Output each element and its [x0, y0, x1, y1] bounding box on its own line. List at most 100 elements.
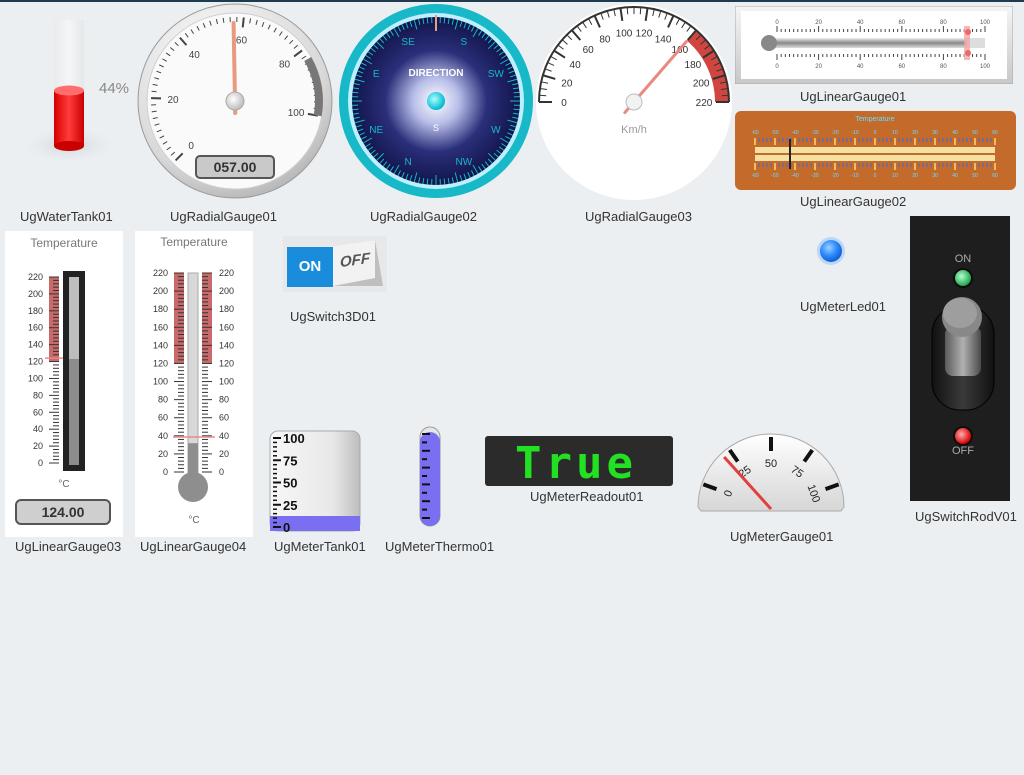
radial-gauge-02-label: UgRadialGauge02: [370, 209, 477, 224]
scale-tick-label: 20: [219, 449, 229, 459]
linear-gauge-02-tick-label: -40: [791, 130, 798, 136]
radial-gauge-03-tick-label: 140: [655, 34, 672, 45]
switch-3d-on-label: ON: [298, 258, 322, 275]
linear-gauge-04-unit: °C: [188, 515, 200, 526]
scale-tick-label: 160: [28, 323, 43, 333]
scale-tick-label: 120: [28, 357, 43, 367]
linear-gauge-02-tick-label: -10: [851, 173, 858, 179]
meter-thermometer[interactable]: [418, 426, 442, 527]
linear-gauge-01-tick-label: 20: [815, 64, 822, 70]
meter-led-label: UgMeterLed01: [800, 299, 886, 314]
radial-gauge-01-tick: [151, 110, 157, 113]
meter-readout[interactable]: True: [485, 436, 673, 489]
water-tank-percent: 44%: [99, 80, 130, 97]
linear-gauge-02-label: UgLinearGauge02: [800, 194, 907, 209]
linear-gauge-02-tick-label: 50: [972, 173, 978, 179]
scale-tick-label: 200: [153, 286, 168, 296]
scale-tick-label: 200: [28, 289, 43, 299]
linear-gauge-02-tick-label: 40: [952, 173, 958, 179]
meter-tank[interactable]: 100 75 50 25 0: [269, 430, 361, 535]
scale-tick-label: 140: [28, 340, 43, 350]
radial-gauge-02-tick: [513, 91, 520, 94]
meter-tank-tick-label: 50: [283, 476, 297, 491]
switch-rod-vertical[interactable]: ON OFF: [910, 216, 1010, 501]
linear-gauge-01-tick-label: 80: [940, 64, 947, 70]
linear-gauge-02-tick-label: 50: [972, 130, 978, 136]
linear-gauge-02-tick-label: 30: [932, 130, 938, 136]
radial-gauge-01-tick: [151, 90, 157, 93]
scale-tick-label: 80: [219, 395, 229, 405]
scale-tick-label: 140: [153, 340, 168, 350]
linear-gauge-02-tick-label: -20: [831, 173, 838, 179]
radial-gauge-03-tick-label: 0: [561, 98, 567, 109]
scale-tick-label: 40: [158, 431, 168, 441]
radial-gauge-02-point: E: [373, 69, 380, 80]
scale-tick-label: 120: [219, 358, 234, 368]
linear-gauge-01-tick-label: 80: [940, 20, 947, 26]
scale-tick-label: 40: [219, 431, 229, 441]
scale-tick-label: 100: [28, 373, 43, 383]
radial-gauge-01-tick-label: 20: [167, 95, 179, 106]
linear-gauge-03-graphic: 220200180160140120100806040200: [15, 271, 111, 525]
radial-gauge-03-tick-label: 40: [570, 60, 582, 71]
scale-tick-label: 100: [153, 377, 168, 387]
linear-gauge-02-tick-label: -30: [811, 130, 818, 136]
scale-warning-band: [202, 273, 212, 364]
meter-gauge-tick-label: 50: [765, 458, 777, 470]
linear-gauge-04-label: UgLinearGauge04: [140, 539, 247, 554]
linear-gauge-03-label: UgLinearGauge03: [15, 539, 122, 554]
scale-tick-label: 160: [153, 322, 168, 332]
linear-gauge-01-tick-label: 40: [857, 20, 864, 26]
linear-gauge-04[interactable]: Temperature 220 200 180 160 140 120 100 80 60 40 2…: [135, 231, 253, 537]
scale-tick-label: 40: [33, 424, 43, 434]
meter-thermo-graphic: [419, 426, 441, 527]
radial-gauge-02-point: NW: [456, 157, 473, 168]
radial-gauge-02-tick: [426, 17, 429, 24]
meter-thermo-label: UgMeterThermo01: [385, 539, 495, 554]
radial-gauge-03-tick-label: 100: [616, 29, 633, 40]
linear-gauge-02-tick-label: 10: [892, 130, 898, 136]
switch-3d[interactable]: ON OFF: [283, 236, 387, 292]
radial-gauge-03-unit: Km/h: [621, 124, 647, 136]
linear-gauge-02-tick-label: -60: [751, 130, 758, 136]
linear-gauge-02-tick-label: -50: [771, 130, 778, 136]
linear-gauge-01-tick-label: 40: [857, 64, 864, 70]
radial-gauge-03-tick-label: 220: [696, 98, 713, 109]
radial-gauge-01-tick-label: 40: [189, 50, 201, 61]
radial-gauge-02-title: DIRECTION: [408, 68, 464, 79]
linear-gauge-02[interactable]: -60 -60 -50 -50 -40 -40 -30 -30 -20 -20 -10 -10 0 0 10…: [735, 111, 1016, 190]
linear-gauge-01-tick-label: 60: [898, 64, 905, 70]
linear-gauge-02-tick-label: 0: [874, 173, 877, 179]
scale-tick-label: 180: [219, 304, 234, 314]
meter-gauge[interactable]: 0 25 50 75 100: [695, 419, 847, 514]
radial-gauge-01-label: UgRadialGauge01: [170, 209, 277, 224]
radial-gauge-03-speed[interactable]: 020406080100120140160180200220 Km/h: [535, 3, 733, 201]
scale-tick-label: 20: [158, 449, 168, 459]
meter-led[interactable]: [816, 236, 846, 266]
scale-tick-label: 180: [28, 306, 43, 316]
scale-tick-label: 100: [219, 377, 234, 387]
linear-gauge-02-tick-label: 20: [912, 130, 918, 136]
scale-tick-label: 200: [219, 286, 234, 296]
scale-tick-label: 80: [158, 395, 168, 405]
linear-gauge-02-tick-label: -10: [851, 130, 858, 136]
scale-tick-label: 0: [163, 467, 168, 477]
scale-tick-label: 220: [28, 272, 43, 282]
linear-gauge-02-tick-label: 20: [912, 173, 918, 179]
radial-gauge-03-tick-label: 80: [599, 34, 611, 45]
linear-gauge-03[interactable]: Temperature 220 200 180 160 140 120 100 80 60 40 2…: [5, 231, 123, 537]
radial-gauge-02-graphic: SE S SW W NW N NE E: [339, 4, 533, 198]
radial-gauge-01-tick: [241, 17, 245, 28]
meter-tank-tick-label: 100: [283, 431, 305, 446]
linear-gauge-02-title: Temperature: [855, 116, 895, 123]
linear-gauge-01[interactable]: 0 0 20 20 40 40 60 60 80 80 100 100: [734, 5, 1014, 85]
linear-gauge-02-tick-label: -60: [751, 173, 758, 179]
radial-gauge-01-readout: 057.00: [213, 159, 257, 175]
linear-gauge-03-readout: 124.00: [41, 504, 85, 520]
radial-gauge-02-compass[interactable]: SE S SW W NW N NE E DIRECTION S: [338, 3, 534, 199]
radial-gauge-03-tick-label: 200: [693, 78, 710, 89]
scale-tick-label: 60: [219, 413, 229, 423]
radial-gauge-01[interactable]: 0 20 40 60 80 100 057.00: [137, 3, 334, 200]
water-tank[interactable]: 44%: [19, 10, 130, 200]
radial-gauge-01-tick: [222, 17, 225, 23]
